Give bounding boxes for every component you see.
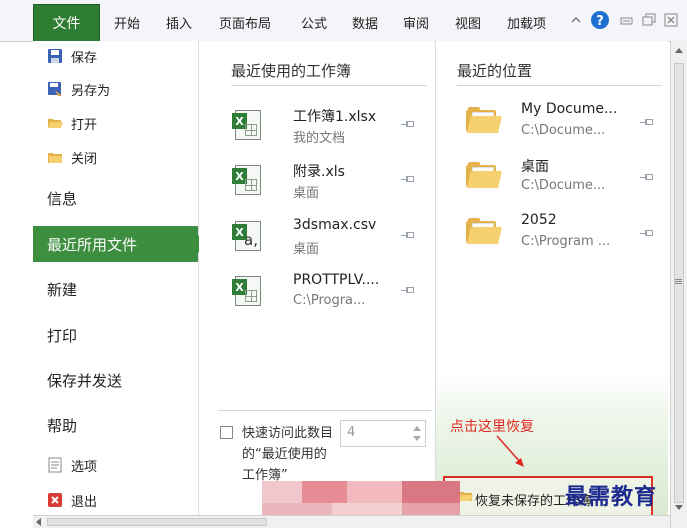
scroll-left-icon[interactable] [36,518,41,526]
scroll-thumb[interactable] [47,518,267,526]
svg-text:?: ? [596,14,604,29]
help-icon[interactable]: ? [590,10,610,30]
vertical-scrollbar[interactable] [670,41,687,528]
folder-icon [459,490,473,502]
sidebar-item-print[interactable]: 打印 [33,318,198,352]
recent-places-title: 最近的位置 [457,62,533,80]
watermark: 最需教育 [565,484,658,510]
exit-icon [47,492,63,508]
file-name: PROTTPLV.... [293,272,380,288]
collapse-ribbon-icon[interactable] [570,14,586,30]
recent-places-panel: 最近的位置 My Docume... C:\Docume... 桌面 C:\Do… [435,41,668,515]
options-icon [47,457,63,473]
file-name: 工作簿1.xlsx [293,109,377,125]
quick-access-label: 快速访问此数目的“最近使用的工作簿” [242,426,334,483]
sidebar-item-close[interactable]: 关闭 [33,142,198,172]
place-path: C:\Docume... [521,178,606,193]
recent-place-item[interactable]: 桌面 C:\Docume... [456,156,666,206]
recent-file-item[interactable]: X PROTTPLV.... C:\Progra... [229,272,429,322]
sidebar-item-save-as[interactable]: 另存为 [33,74,198,104]
excel-file-icon: X [232,110,261,140]
quick-access-checkbox[interactable] [220,426,233,439]
file-name: 附录.xls [293,164,345,180]
excel-file-icon: X [232,165,261,195]
divider [231,85,427,86]
place-path: C:\Program ... [521,234,611,249]
ribbon: 文件 开始 插入 页面布局 公式 数据 审阅 视图 加载项 ? [0,0,687,42]
place-name: 桌面 [521,159,549,175]
close-icon[interactable] [664,13,680,29]
tab-data[interactable]: 数据 [352,13,378,32]
minimize-icon[interactable] [620,15,636,31]
tab-home[interactable]: 开始 [114,13,140,32]
scroll-up-icon[interactable] [675,48,683,53]
sidebar-item-save-send[interactable]: 保存并发送 [33,363,198,397]
save-icon [47,48,63,64]
sidebar-item-new[interactable]: 新建 [33,272,198,306]
close-folder-icon [47,149,63,165]
sidebar-item-label: 选项 [71,459,98,475]
scroll-down-icon[interactable] [675,505,683,510]
stepper-up-icon[interactable] [413,426,421,431]
sidebar-item-help[interactable]: 帮助 [33,408,198,442]
tab-review[interactable]: 审阅 [403,13,429,32]
pin-icon[interactable] [640,118,654,128]
place-name: My Docume... [521,101,618,117]
file-name: 3dsmax.csv [293,217,377,233]
sidebar-item-options[interactable]: 选项 [33,450,198,480]
horizontal-scrollbar[interactable] [33,515,670,528]
folder-icon [466,162,502,188]
recent-file-item[interactable]: X 附录.xls 桌面 [229,161,429,211]
sidebar-item-info[interactable]: 信息 [33,181,198,215]
sidebar-item-label: 退出 [71,494,98,510]
save-as-icon [47,81,63,97]
tab-insert[interactable]: 插入 [166,13,192,32]
sidebar-item-label: 最近所用文件 [47,235,138,254]
file-path: 我的文档 [293,131,346,146]
sidebar-item-label: 另存为 [71,83,111,99]
file-path: 桌面 [293,242,320,257]
sidebar-item-save[interactable]: 保存 [33,41,198,71]
pin-icon[interactable] [640,173,654,183]
csv-file-icon: Xa, [232,221,261,251]
quick-access-count-stepper[interactable]: 4 [340,420,426,447]
recent-place-item[interactable]: My Docume... C:\Docume... [456,101,666,151]
grip-icon [675,279,682,285]
tab-file[interactable]: 文件 [33,4,100,41]
tab-addins[interactable]: 加载项 [507,13,546,32]
annotation-arrow-icon [496,435,524,467]
tab-formulas[interactable]: 公式 [301,13,327,32]
pin-icon[interactable] [401,286,415,296]
pin-icon[interactable] [401,120,415,130]
tab-view[interactable]: 视图 [455,13,481,32]
excel-file-icon: X [232,276,261,306]
tab-page-layout[interactable]: 页面布局 [219,13,271,32]
divider [457,85,662,86]
sidebar-item-label: 关闭 [71,151,98,167]
sidebar-item-recent[interactable]: 最近所用文件 [33,226,207,262]
file-path: C:\Progra... [293,293,366,308]
sidebar-item-open[interactable]: 打开 [33,108,198,138]
backstage-sidebar: 保存 另存为 打开 关闭 信息 最近所用文件 新建 打印 保存并发送 帮助 选项 [33,41,207,515]
stepper-value: 4 [347,425,356,440]
open-folder-icon [47,115,63,131]
sidebar-item-label: 保存 [71,50,98,66]
pin-icon[interactable] [401,231,415,241]
recent-file-item[interactable]: Xa, 3dsmax.csv 桌面 [229,217,429,267]
folder-icon [466,218,502,244]
recent-place-item[interactable]: 2052 C:\Program ... [456,212,666,262]
folder-icon [466,107,502,133]
restore-icon[interactable] [642,13,658,29]
divider [218,410,431,411]
recent-file-item[interactable]: X 工作簿1.xlsx 我的文档 [229,106,429,156]
stepper-down-icon[interactable] [413,436,421,441]
place-name: 2052 [521,212,557,228]
place-path: C:\Docume... [521,123,606,138]
sidebar-item-exit[interactable]: 退出 [33,485,198,515]
pin-icon[interactable] [401,175,415,185]
sidebar-item-label: 打开 [71,117,98,133]
pin-icon[interactable] [640,229,654,239]
file-path: 桌面 [293,186,320,201]
recent-workbooks-title: 最近使用的工作簿 [231,62,352,80]
